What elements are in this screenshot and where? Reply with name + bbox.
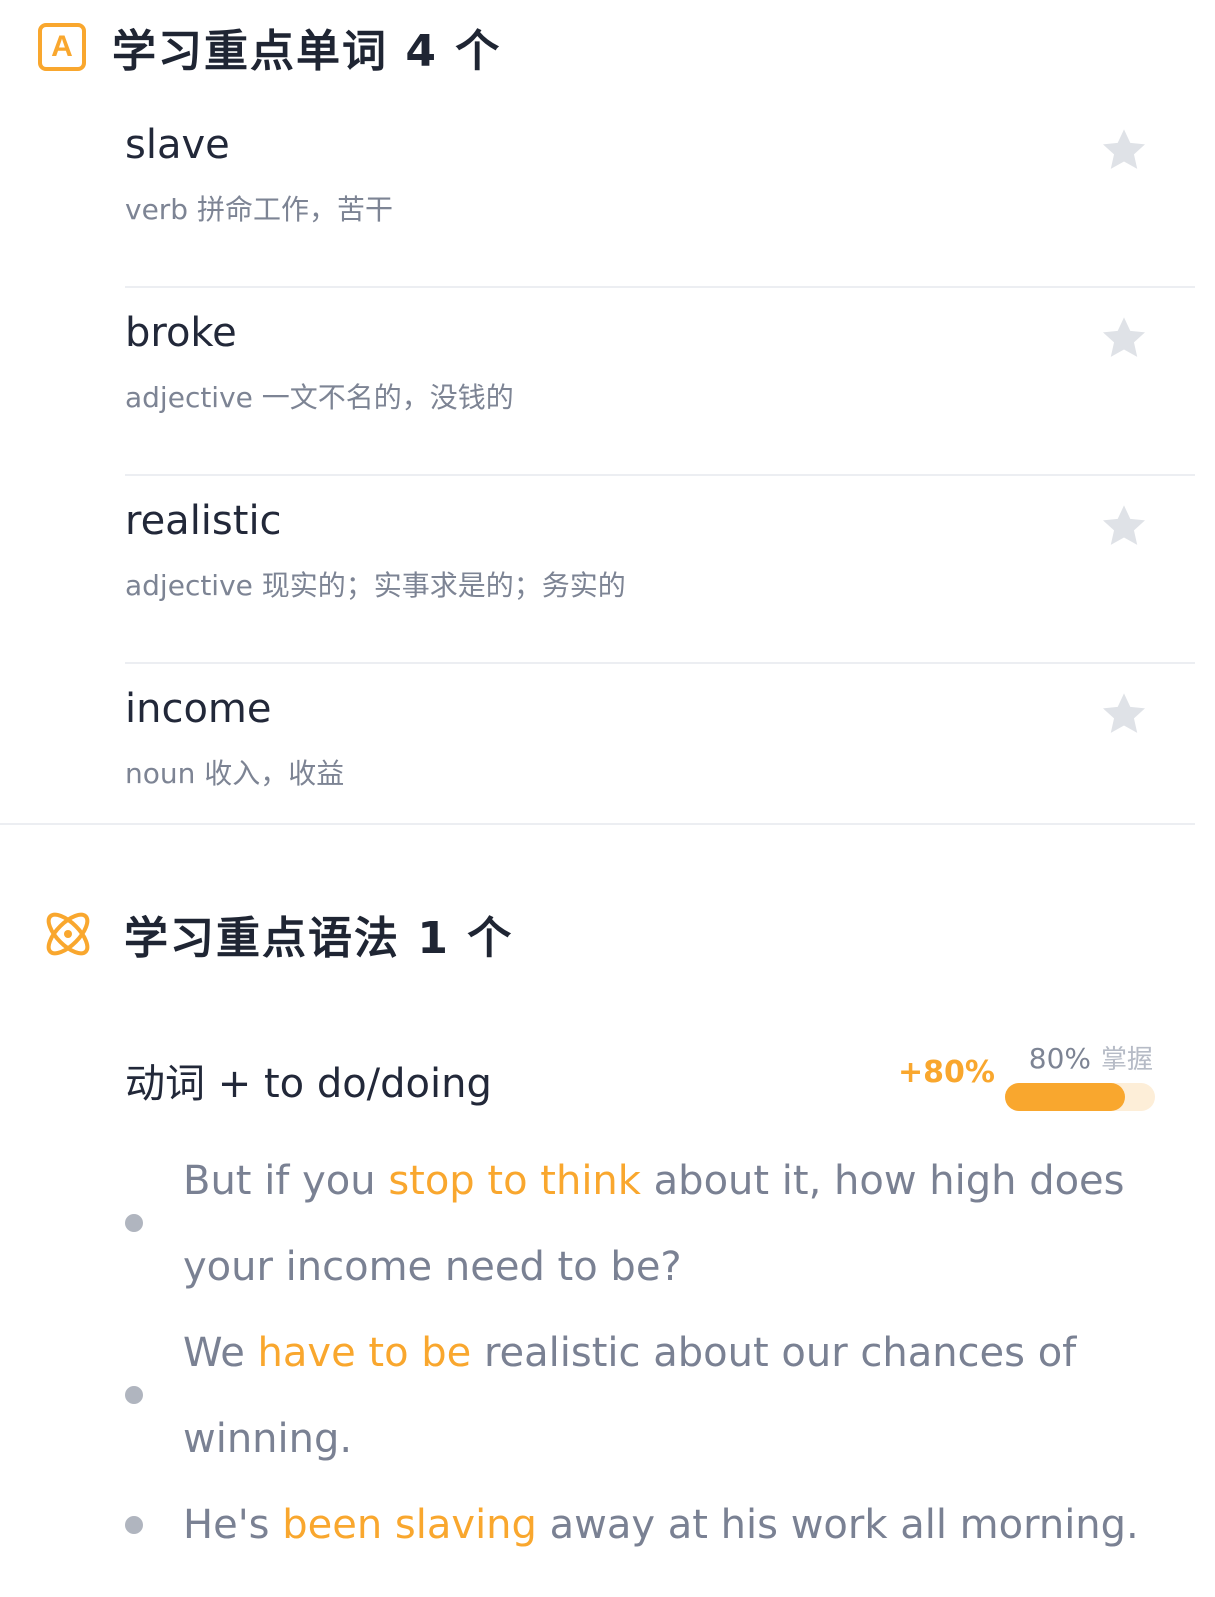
example-highlight: have to be xyxy=(257,1330,472,1376)
grammar-point-title: 动词 + to do/doing xyxy=(125,1061,492,1107)
mastery-gain: +80% xyxy=(898,1055,995,1090)
word-definition: adjective 一文不名的，没钱的 xyxy=(125,381,514,414)
section-divider xyxy=(0,823,1195,825)
word-item[interactable]: broke adjective 一文不名的，没钱的 xyxy=(125,288,1195,476)
example-sentence: We have to be realistic about our chance… xyxy=(125,1310,1135,1482)
mastery-text: 掌握 xyxy=(1100,1045,1153,1075)
vocab-section-title: 学习重点单词 4 个 xyxy=(112,26,502,77)
example-text-after: away at his work all morning. xyxy=(536,1502,1139,1548)
word-definition: adjective 现实的；实事求是的；务实的 xyxy=(125,569,626,602)
example-text-before: He's xyxy=(183,1502,283,1548)
star-icon[interactable] xyxy=(1098,500,1150,552)
example-text-before: But if you xyxy=(183,1158,389,1204)
example-sentence: He's been slaving away at his work all m… xyxy=(125,1482,1139,1568)
star-icon[interactable] xyxy=(1098,124,1150,176)
word-text: slave xyxy=(125,122,230,168)
bullet-dot xyxy=(125,1516,143,1534)
word-definition: noun 收入，收益 xyxy=(125,757,345,790)
example-text-before: We xyxy=(183,1330,258,1376)
mastery-label: 80% 掌握 xyxy=(1029,1039,1153,1076)
example-sentence: But if you stop to think about it, how h… xyxy=(125,1138,1135,1310)
word-text: income xyxy=(125,686,272,732)
word-item[interactable]: realistic adjective 现实的；实事求是的；务实的 xyxy=(125,476,1195,664)
star-icon[interactable] xyxy=(1098,688,1150,740)
star-icon[interactable] xyxy=(1098,312,1150,364)
grammar-point-row[interactable]: 动词 + to do/doing +80% 80% 掌握 xyxy=(125,1042,1155,1115)
vocab-section-header: A 学习重点单词 4 个 xyxy=(38,15,501,79)
word-item[interactable]: slave verb 拼命工作，苦干 xyxy=(125,100,1195,288)
word-text: realistic xyxy=(125,498,282,544)
atom-icon xyxy=(46,912,90,956)
bullet-dot xyxy=(125,1214,143,1232)
example-text: We have to be realistic about our chance… xyxy=(183,1310,1143,1482)
grammar-section-header: 学习重点语法 1 个 xyxy=(38,902,513,966)
grammar-section-title: 学习重点语法 1 个 xyxy=(124,913,514,964)
mastery-progress-fill xyxy=(1005,1083,1125,1111)
example-highlight: been slaving xyxy=(282,1502,537,1548)
bullet-dot xyxy=(125,1386,143,1404)
word-definition: verb 拼命工作，苦干 xyxy=(125,193,393,226)
example-text: But if you stop to think about it, how h… xyxy=(183,1138,1143,1310)
example-text: He's been slaving away at his work all m… xyxy=(183,1482,1143,1568)
word-list: slave verb 拼命工作，苦干 broke adjective 一文不名的… xyxy=(125,100,1195,850)
letter-a-icon: A xyxy=(38,23,86,71)
mastery-percent: 80% xyxy=(1028,1042,1091,1075)
example-highlight: stop to think xyxy=(388,1158,641,1204)
mastery-progress-bar xyxy=(1005,1083,1155,1111)
word-text: broke xyxy=(125,310,237,356)
